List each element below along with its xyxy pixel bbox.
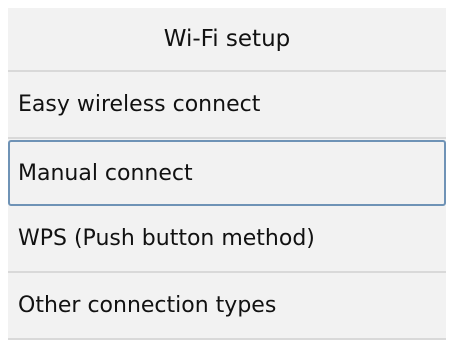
- menu-item-easy-wireless-connect[interactable]: Easy wireless connect: [8, 72, 446, 139]
- screen-title: Wi-Fi setup: [8, 8, 446, 72]
- menu-item-wps-push-button-method[interactable]: WPS (Push button method): [8, 206, 446, 273]
- menu-item-manual-connect[interactable]: Manual connect: [8, 140, 446, 206]
- menu-item-other-connection-types[interactable]: Other connection types: [8, 273, 446, 340]
- wifi-setup-menu: Easy wireless connect Manual connect WPS…: [8, 72, 446, 340]
- wifi-setup-panel: Wi-Fi setup Easy wireless connect Manual…: [8, 8, 446, 340]
